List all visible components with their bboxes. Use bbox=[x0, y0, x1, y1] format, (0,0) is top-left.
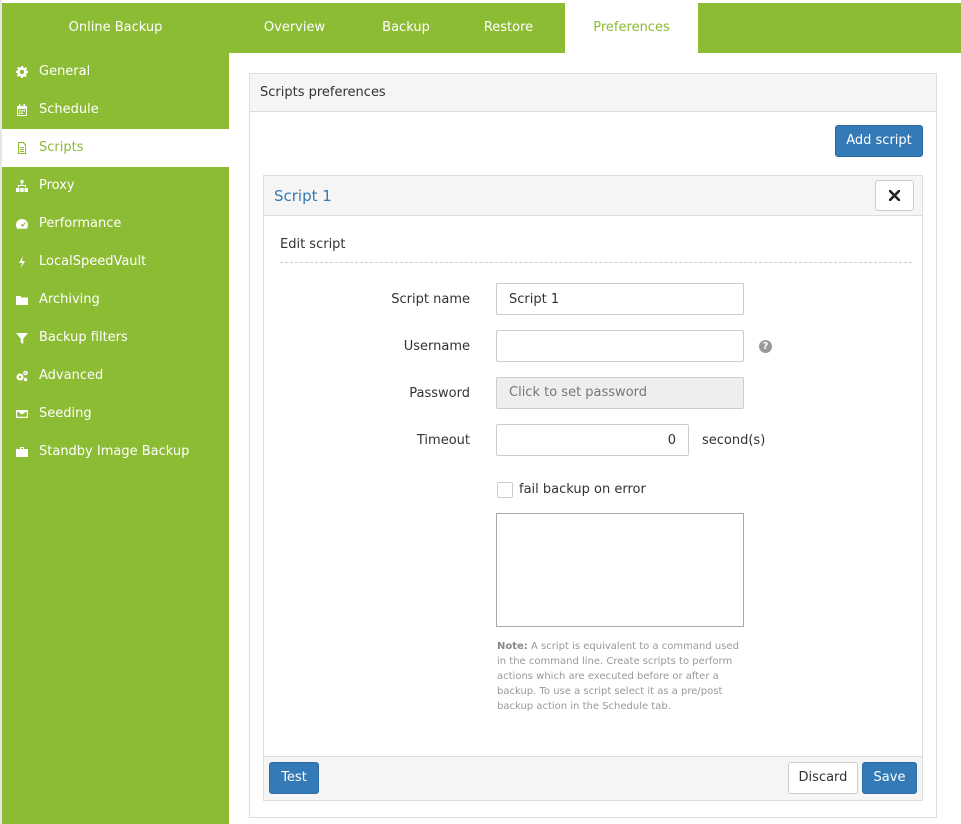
timeout-input[interactable] bbox=[496, 424, 689, 456]
edit-script-heading: Edit script bbox=[280, 237, 346, 252]
test-button[interactable]: Test bbox=[269, 762, 319, 794]
sidebar-item-label: Seeding bbox=[39, 406, 92, 421]
question-icon[interactable]: ? bbox=[759, 340, 772, 353]
tab-overview[interactable]: Overview bbox=[229, 3, 360, 53]
fail-backup-checkbox[interactable] bbox=[497, 482, 513, 498]
sidebar-item-localspeedvault[interactable]: LocalSpeedVault bbox=[2, 243, 229, 281]
sidebar-item-proxy[interactable]: Proxy bbox=[2, 167, 229, 205]
sidebar-item-scripts[interactable]: Scripts bbox=[2, 129, 229, 167]
tab-restore[interactable]: Restore bbox=[452, 3, 565, 53]
app-title: Online Backup bbox=[68, 20, 163, 35]
preferences-sidebar: General Schedule Scripts Proxy Performan… bbox=[2, 53, 229, 824]
sidebar-item-advanced[interactable]: Advanced bbox=[2, 357, 229, 395]
folder-icon bbox=[15, 281, 29, 319]
password-field[interactable]: Click to set password bbox=[496, 377, 744, 409]
script-name-label: Script name bbox=[391, 292, 470, 307]
timeout-unit: second(s) bbox=[702, 433, 766, 448]
sidebar-item-label: Performance bbox=[39, 216, 122, 231]
bolt-icon bbox=[15, 243, 29, 281]
filter-icon bbox=[15, 319, 29, 357]
file-text-icon bbox=[15, 129, 29, 167]
sitemap-icon bbox=[15, 167, 29, 205]
briefcase-icon bbox=[15, 433, 29, 471]
save-button[interactable]: Save bbox=[862, 762, 917, 794]
note-text: A script is equivalent to a command used… bbox=[497, 641, 739, 712]
sidebar-item-label: General bbox=[39, 64, 91, 79]
add-script-button[interactable]: Add script bbox=[835, 125, 923, 157]
sidebar-item-general[interactable]: General bbox=[2, 53, 229, 91]
remove-script-button[interactable] bbox=[875, 180, 914, 211]
sidebar-item-backup-filters[interactable]: Backup filters bbox=[2, 319, 229, 357]
sidebar-item-archiving[interactable]: Archiving bbox=[2, 281, 229, 319]
envelope-icon bbox=[15, 395, 29, 433]
script-card: Script 1 Edit script Script name Usernam… bbox=[263, 175, 923, 801]
top-navigation-bar: Online Backup Overview Backup Restore Pr… bbox=[2, 3, 961, 53]
sidebar-item-schedule[interactable]: Schedule bbox=[2, 91, 229, 129]
sidebar-item-label: Backup filters bbox=[39, 330, 128, 345]
tab-preferences[interactable]: Preferences bbox=[565, 3, 698, 53]
section-divider bbox=[280, 262, 912, 263]
script-body-textarea[interactable] bbox=[496, 513, 744, 627]
calendar-icon bbox=[15, 91, 29, 129]
gears-icon bbox=[15, 357, 29, 395]
script-card-header: Script 1 bbox=[264, 176, 922, 216]
close-icon bbox=[889, 190, 900, 201]
tab-backup[interactable]: Backup bbox=[360, 3, 452, 53]
sidebar-item-performance[interactable]: Performance bbox=[2, 205, 229, 243]
script-name-input[interactable] bbox=[496, 283, 744, 315]
script-card-footer: Test Discard Save bbox=[264, 756, 922, 800]
gear-icon bbox=[15, 53, 29, 91]
fail-backup-label[interactable]: fail backup on error bbox=[519, 482, 646, 497]
timeout-label: Timeout bbox=[416, 433, 470, 448]
sidebar-item-label: Schedule bbox=[39, 102, 99, 117]
sidebar-item-label: LocalSpeedVault bbox=[39, 254, 147, 269]
script-note: Note: A script is equivalent to a comman… bbox=[497, 639, 747, 714]
sidebar-item-label: Proxy bbox=[39, 178, 75, 193]
dashboard-icon bbox=[15, 205, 29, 243]
password-label: Password bbox=[409, 386, 470, 401]
panel-title: Scripts preferences bbox=[250, 74, 936, 112]
note-label: Note: bbox=[497, 641, 528, 652]
sidebar-item-label: Standby Image Backup bbox=[39, 444, 190, 459]
discard-button[interactable]: Discard bbox=[788, 762, 858, 794]
sidebar-item-label: Archiving bbox=[39, 292, 100, 307]
username-input[interactable] bbox=[496, 330, 744, 362]
sidebar-item-label: Scripts bbox=[39, 140, 84, 155]
sidebar-item-standby-image-backup[interactable]: Standby Image Backup bbox=[2, 433, 229, 471]
username-label: Username bbox=[403, 339, 470, 354]
sidebar-item-seeding[interactable]: Seeding bbox=[2, 395, 229, 433]
sidebar-item-label: Advanced bbox=[39, 368, 104, 383]
script-title: Script 1 bbox=[274, 187, 332, 205]
